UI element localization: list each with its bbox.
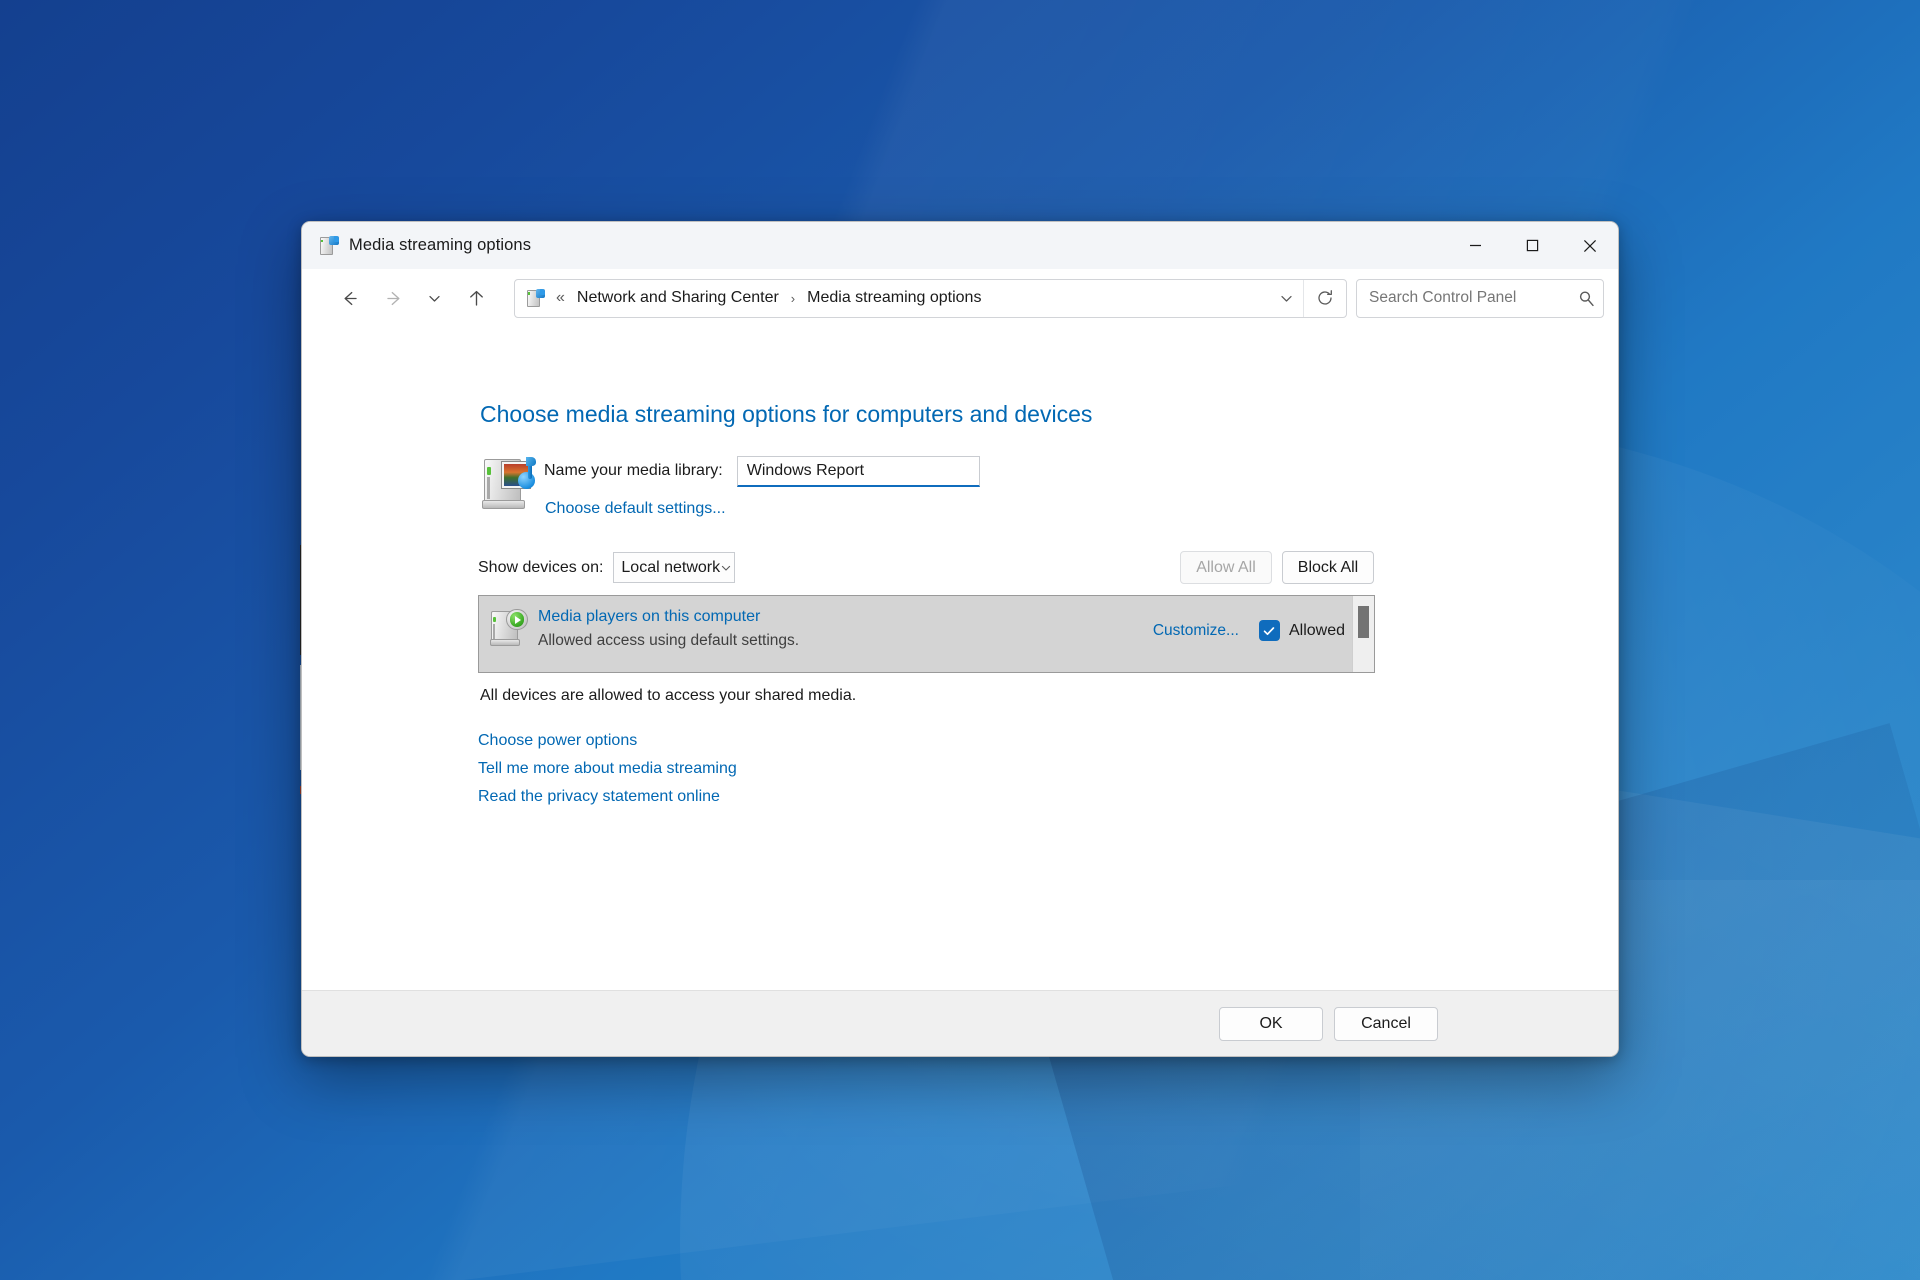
tell-me-more-link[interactable]: Tell me more about media streaming bbox=[478, 760, 737, 778]
media-library-label: Name your media library: bbox=[544, 462, 723, 479]
allow-all-button[interactable]: Allow All bbox=[1180, 551, 1272, 584]
media-library-icon bbox=[480, 455, 536, 511]
device-permission-controls: Customize... Allowed bbox=[1153, 620, 1345, 641]
ok-button[interactable]: OK bbox=[1219, 1006, 1323, 1041]
navigation-bar: « Network and Sharing Center › Media str… bbox=[302, 269, 1618, 327]
close-button[interactable] bbox=[1561, 222, 1618, 269]
privacy-statement-link[interactable]: Read the privacy statement online bbox=[478, 788, 737, 806]
allowed-label: Allowed bbox=[1288, 621, 1345, 639]
breadcrumb-item-media-streaming-options[interactable]: Media streaming options bbox=[804, 286, 984, 310]
scrollbar-thumb[interactable] bbox=[1358, 606, 1369, 638]
up-arrow-icon[interactable] bbox=[457, 279, 495, 317]
media-player-device-icon bbox=[488, 608, 528, 648]
refresh-icon[interactable] bbox=[1303, 279, 1346, 317]
choose-power-options-link[interactable]: Choose power options bbox=[478, 732, 737, 750]
window-title: Media streaming options bbox=[349, 236, 532, 254]
media-library-name-input[interactable] bbox=[744, 460, 979, 481]
breadcrumb-separator: › bbox=[790, 290, 796, 306]
breadcrumb-overflow-icon[interactable]: « bbox=[556, 289, 565, 307]
page-title: Choose media streaming options for compu… bbox=[480, 401, 1093, 427]
window-titlebar[interactable]: Media streaming options bbox=[302, 222, 1618, 269]
address-bar[interactable]: « Network and Sharing Center › Media str… bbox=[514, 278, 1347, 318]
main-content: Choose media streaming options for compu… bbox=[302, 327, 1618, 990]
minimize-button[interactable] bbox=[1447, 222, 1504, 269]
chevron-down-icon[interactable] bbox=[419, 279, 449, 317]
chevron-down-icon[interactable] bbox=[1269, 280, 1303, 317]
choose-default-settings-link[interactable]: Choose default settings... bbox=[545, 500, 980, 518]
dialog-footer: OK Cancel bbox=[302, 990, 1618, 1056]
bulk-permission-buttons: Allow All Block All bbox=[1180, 551, 1374, 584]
media-library-name-row: Name your media library: bbox=[544, 454, 980, 488]
breadcrumb-item-network-and-sharing-center[interactable]: Network and Sharing Center bbox=[574, 286, 782, 310]
block-all-button[interactable]: Block All bbox=[1282, 551, 1374, 584]
media-streaming-options-window: Media streaming options « Network and Sh… bbox=[301, 221, 1619, 1057]
device-text-block: Media players on this computer Allowed a… bbox=[538, 608, 799, 650]
back-arrow-icon[interactable] bbox=[330, 279, 368, 317]
chevron-down-icon bbox=[720, 562, 732, 574]
media-streaming-icon bbox=[526, 288, 545, 308]
window-controls bbox=[1447, 222, 1618, 269]
media-library-name-field[interactable] bbox=[736, 455, 980, 487]
device-subtitle: Allowed access using default settings. bbox=[538, 632, 800, 649]
device-list: Media players on this computer Allowed a… bbox=[478, 595, 1375, 673]
list-item[interactable]: Media players on this computer Allowed a… bbox=[479, 596, 1352, 672]
allowed-checkbox[interactable] bbox=[1258, 620, 1280, 641]
help-links: Choose power options Tell me more about … bbox=[478, 732, 737, 816]
search-input[interactable] bbox=[1367, 288, 1569, 308]
media-library-fields: Name your media library: Choose default … bbox=[544, 454, 980, 518]
search-control-panel-box[interactable] bbox=[1356, 278, 1604, 318]
device-list-scrollbar[interactable] bbox=[1352, 596, 1374, 672]
cancel-button[interactable]: Cancel bbox=[1334, 1006, 1438, 1041]
show-devices-row: Show devices on: Local network Allow All… bbox=[478, 551, 1374, 584]
device-title-link[interactable]: Media players on this computer bbox=[538, 608, 799, 626]
status-text: All devices are allowed to access your s… bbox=[480, 687, 857, 704]
search-icon[interactable] bbox=[1569, 280, 1603, 317]
show-devices-dropdown[interactable]: Local network bbox=[613, 552, 736, 583]
show-devices-selected-value: Local network bbox=[621, 558, 721, 576]
media-library-section: Name your media library: Choose default … bbox=[480, 454, 980, 518]
forward-arrow-icon[interactable] bbox=[375, 279, 413, 317]
customize-link[interactable]: Customize... bbox=[1153, 622, 1239, 640]
media-streaming-icon bbox=[319, 235, 339, 256]
show-devices-label: Show devices on: bbox=[478, 558, 604, 576]
maximize-button[interactable] bbox=[1504, 222, 1561, 269]
device-list-viewport: Media players on this computer Allowed a… bbox=[479, 596, 1352, 672]
